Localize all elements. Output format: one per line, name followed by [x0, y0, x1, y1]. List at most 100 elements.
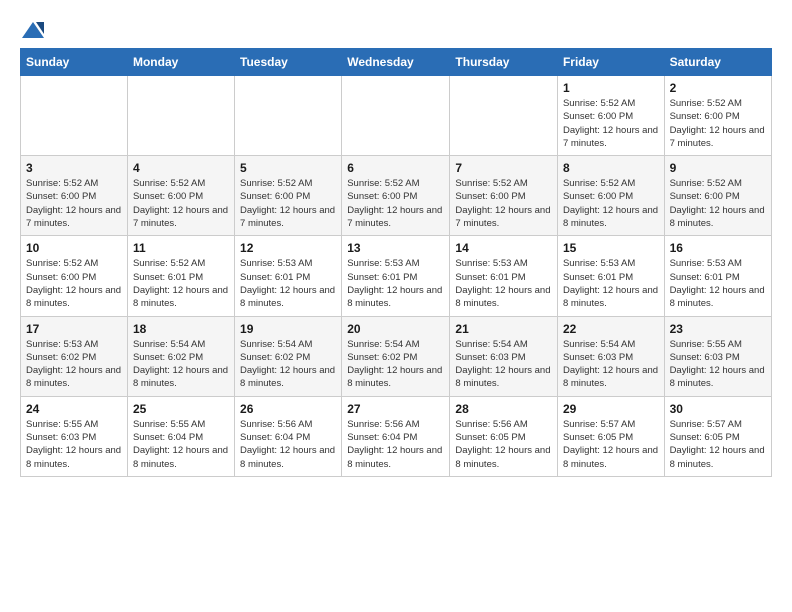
day-number: 2 — [670, 81, 766, 95]
calendar-table: SundayMondayTuesdayWednesdayThursdayFrid… — [20, 48, 772, 477]
calendar-cell: 10 Sunrise: 5:52 AM Sunset: 6:00 PM Dayli… — [21, 236, 128, 316]
day-number: 13 — [347, 241, 444, 255]
day-info: Sunrise: 5:52 AM Sunset: 6:00 PM Dayligh… — [347, 177, 444, 230]
day-number: 14 — [455, 241, 552, 255]
calendar-cell: 26 Sunrise: 5:56 AM Sunset: 6:04 PM Dayli… — [235, 396, 342, 476]
day-number: 30 — [670, 402, 766, 416]
day-number: 15 — [563, 241, 659, 255]
calendar-cell: 8 Sunrise: 5:52 AM Sunset: 6:00 PM Daylig… — [557, 156, 664, 236]
day-info: Sunrise: 5:54 AM Sunset: 6:02 PM Dayligh… — [133, 338, 229, 391]
day-number: 6 — [347, 161, 444, 175]
day-number: 28 — [455, 402, 552, 416]
day-info: Sunrise: 5:54 AM Sunset: 6:02 PM Dayligh… — [347, 338, 444, 391]
day-number: 12 — [240, 241, 336, 255]
calendar-cell: 17Sunrise: 5:53 AM Sunset: 6:02 PM Dayli… — [21, 316, 128, 396]
day-number: 7 — [455, 161, 552, 175]
calendar-cell — [450, 76, 558, 156]
day-number: 9 — [670, 161, 766, 175]
calendar-week-row: 3 Sunrise: 5:52 AM Sunset: 6:00 PM Daylig… — [21, 156, 772, 236]
day-number: 1 — [563, 81, 659, 95]
calendar-cell: 25 Sunrise: 5:55 AM Sunset: 6:04 PM Dayli… — [127, 396, 234, 476]
calendar-cell: 14 Sunrise: 5:53 AM Sunset: 6:01 PM Dayli… — [450, 236, 558, 316]
calendar-cell: 20 Sunrise: 5:54 AM Sunset: 6:02 PM Dayli… — [342, 316, 450, 396]
calendar-header-row: SundayMondayTuesdayWednesdayThursdayFrid… — [21, 49, 772, 76]
day-info: Sunrise: 5:53 AM Sunset: 6:01 PM Dayligh… — [563, 257, 659, 310]
day-info: Sunrise: 5:52 AM Sunset: 6:00 PM Dayligh… — [563, 177, 659, 230]
calendar-cell — [21, 76, 128, 156]
day-number: 27 — [347, 402, 444, 416]
day-info: Sunrise: 5:55 AM Sunset: 6:04 PM Dayligh… — [133, 418, 229, 471]
calendar-week-row: 1 Sunrise: 5:52 AM Sunset: 6:00 PM Daylig… — [21, 76, 772, 156]
day-info: Sunrise: 5:52 AM Sunset: 6:00 PM Dayligh… — [133, 177, 229, 230]
calendar-week-row: 24 Sunrise: 5:55 AM Sunset: 6:03 PM Dayli… — [21, 396, 772, 476]
day-number: 11 — [133, 241, 229, 255]
day-number: 16 — [670, 241, 766, 255]
calendar-cell: 11 Sunrise: 5:52 AM Sunset: 6:01 PM Dayli… — [127, 236, 234, 316]
day-info: Sunrise: 5:52 AM Sunset: 6:01 PM Dayligh… — [133, 257, 229, 310]
day-info: Sunrise: 5:52 AM Sunset: 6:00 PM Dayligh… — [26, 257, 122, 310]
calendar-cell: 28Sunrise: 5:56 AM Sunset: 6:05 PM Dayli… — [450, 396, 558, 476]
day-number: 4 — [133, 161, 229, 175]
calendar-header-friday: Friday — [557, 49, 664, 76]
day-info: Sunrise: 5:53 AM Sunset: 6:01 PM Dayligh… — [670, 257, 766, 310]
day-info: Sunrise: 5:55 AM Sunset: 6:03 PM Dayligh… — [670, 338, 766, 391]
day-info: Sunrise: 5:52 AM Sunset: 6:00 PM Dayligh… — [240, 177, 336, 230]
day-info: Sunrise: 5:52 AM Sunset: 6:00 PM Dayligh… — [670, 97, 766, 150]
day-info: Sunrise: 5:55 AM Sunset: 6:03 PM Dayligh… — [26, 418, 122, 471]
calendar-cell: 18 Sunrise: 5:54 AM Sunset: 6:02 PM Dayli… — [127, 316, 234, 396]
calendar-header-wednesday: Wednesday — [342, 49, 450, 76]
calendar-cell: 23 Sunrise: 5:55 AM Sunset: 6:03 PM Dayli… — [664, 316, 771, 396]
calendar-header-saturday: Saturday — [664, 49, 771, 76]
calendar-cell: 7 Sunrise: 5:52 AM Sunset: 6:00 PM Daylig… — [450, 156, 558, 236]
logo-icon — [22, 20, 44, 42]
calendar-week-row: 10 Sunrise: 5:52 AM Sunset: 6:00 PM Dayli… — [21, 236, 772, 316]
day-number: 19 — [240, 322, 336, 336]
day-info: Sunrise: 5:57 AM Sunset: 6:05 PM Dayligh… — [670, 418, 766, 471]
day-number: 22 — [563, 322, 659, 336]
day-number: 21 — [455, 322, 552, 336]
calendar-cell: 6 Sunrise: 5:52 AM Sunset: 6:00 PM Daylig… — [342, 156, 450, 236]
day-info: Sunrise: 5:56 AM Sunset: 6:04 PM Dayligh… — [240, 418, 336, 471]
day-number: 29 — [563, 402, 659, 416]
calendar-header-monday: Monday — [127, 49, 234, 76]
day-info: Sunrise: 5:56 AM Sunset: 6:04 PM Dayligh… — [347, 418, 444, 471]
calendar-cell: 9 Sunrise: 5:52 AM Sunset: 6:00 PM Daylig… — [664, 156, 771, 236]
logo — [20, 20, 44, 38]
calendar-cell: 16 Sunrise: 5:53 AM Sunset: 6:01 PM Dayli… — [664, 236, 771, 316]
day-number: 20 — [347, 322, 444, 336]
day-number: 18 — [133, 322, 229, 336]
calendar-cell: 1 Sunrise: 5:52 AM Sunset: 6:00 PM Daylig… — [557, 76, 664, 156]
day-info: Sunrise: 5:54 AM Sunset: 6:02 PM Dayligh… — [240, 338, 336, 391]
day-info: Sunrise: 5:54 AM Sunset: 6:03 PM Dayligh… — [455, 338, 552, 391]
day-number: 25 — [133, 402, 229, 416]
calendar-cell: 15 Sunrise: 5:53 AM Sunset: 6:01 PM Dayli… — [557, 236, 664, 316]
calendar-header-thursday: Thursday — [450, 49, 558, 76]
day-info: Sunrise: 5:54 AM Sunset: 6:03 PM Dayligh… — [563, 338, 659, 391]
day-info: Sunrise: 5:53 AM Sunset: 6:01 PM Dayligh… — [347, 257, 444, 310]
calendar-cell: 22 Sunrise: 5:54 AM Sunset: 6:03 PM Dayli… — [557, 316, 664, 396]
day-info: Sunrise: 5:57 AM Sunset: 6:05 PM Dayligh… — [563, 418, 659, 471]
calendar-cell: 2 Sunrise: 5:52 AM Sunset: 6:00 PM Daylig… — [664, 76, 771, 156]
day-info: Sunrise: 5:52 AM Sunset: 6:00 PM Dayligh… — [563, 97, 659, 150]
calendar-cell: 13 Sunrise: 5:53 AM Sunset: 6:01 PM Dayli… — [342, 236, 450, 316]
calendar-cell: 27 Sunrise: 5:56 AM Sunset: 6:04 PM Dayli… — [342, 396, 450, 476]
calendar-cell: 3 Sunrise: 5:52 AM Sunset: 6:00 PM Daylig… — [21, 156, 128, 236]
day-info: Sunrise: 5:53 AM Sunset: 6:01 PM Dayligh… — [455, 257, 552, 310]
day-info: Sunrise: 5:53 AM Sunset: 6:02 PM Dayligh… — [26, 338, 122, 391]
day-info: Sunrise: 5:52 AM Sunset: 6:00 PM Dayligh… — [26, 177, 122, 230]
day-info: Sunrise: 5:52 AM Sunset: 6:00 PM Dayligh… — [455, 177, 552, 230]
day-number: 10 — [26, 241, 122, 255]
calendar-cell: 21 Sunrise: 5:54 AM Sunset: 6:03 PM Dayli… — [450, 316, 558, 396]
day-number: 26 — [240, 402, 336, 416]
calendar-cell: 30 Sunrise: 5:57 AM Sunset: 6:05 PM Dayli… — [664, 396, 771, 476]
calendar-cell: 24 Sunrise: 5:55 AM Sunset: 6:03 PM Dayli… — [21, 396, 128, 476]
calendar-cell: 29 Sunrise: 5:57 AM Sunset: 6:05 PM Dayli… — [557, 396, 664, 476]
calendar-cell — [235, 76, 342, 156]
day-info: Sunrise: 5:52 AM Sunset: 6:00 PM Dayligh… — [670, 177, 766, 230]
day-number: 24 — [26, 402, 122, 416]
day-number: 3 — [26, 161, 122, 175]
day-number: 23 — [670, 322, 766, 336]
day-number: 8 — [563, 161, 659, 175]
calendar-cell: 19 Sunrise: 5:54 AM Sunset: 6:02 PM Dayli… — [235, 316, 342, 396]
day-info: Sunrise: 5:53 AM Sunset: 6:01 PM Dayligh… — [240, 257, 336, 310]
